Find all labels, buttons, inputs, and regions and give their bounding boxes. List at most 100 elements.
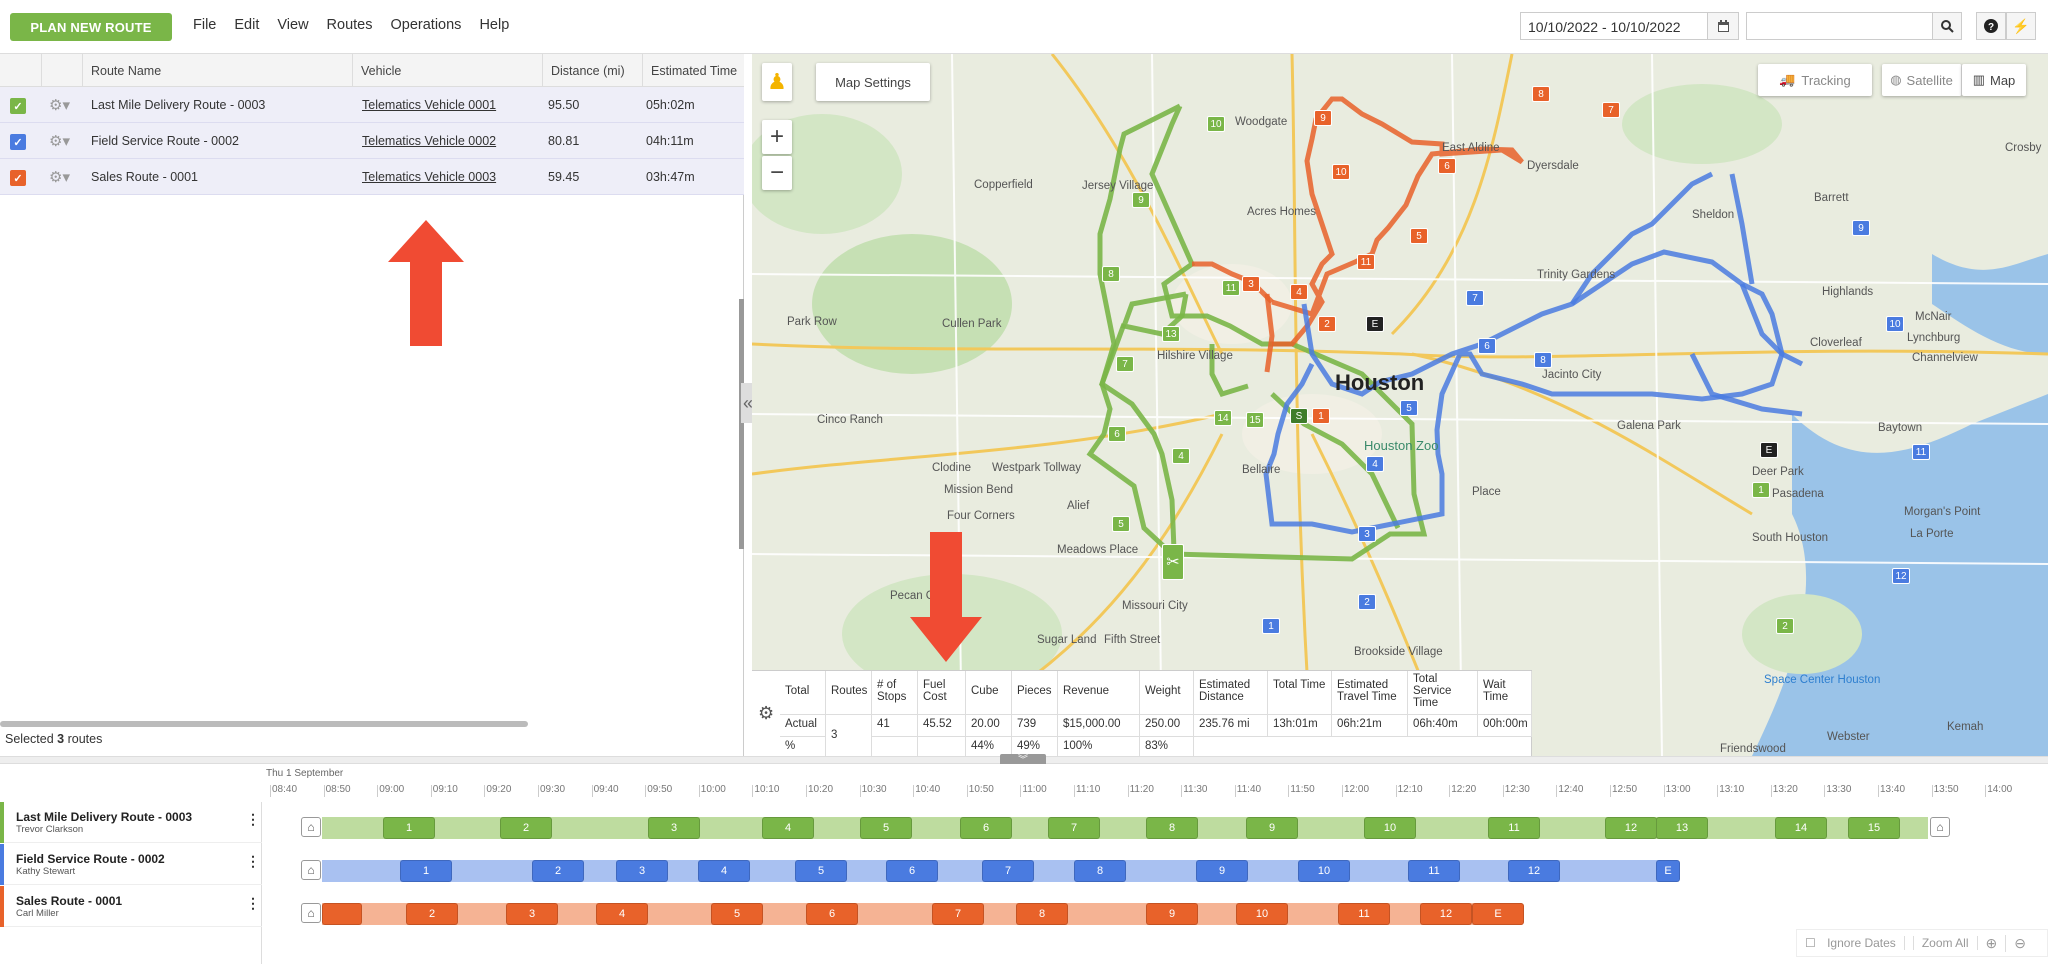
timeline-stop[interactable]: 2 [500, 817, 552, 839]
tracking-button[interactable]: 🚚 Tracking [1758, 64, 1872, 96]
menu-operations[interactable]: Operations [391, 17, 462, 33]
timeline-stop[interactable]: 4 [698, 860, 750, 882]
timeline-stop[interactable]: 10 [1364, 817, 1416, 839]
zoom-out-icon[interactable]: ⊖ [2006, 935, 2034, 952]
menu-edit[interactable]: Edit [234, 17, 259, 33]
menu-routes[interactable]: Routes [327, 17, 373, 33]
timeline-stop[interactable]: 6 [960, 817, 1012, 839]
timeline-stop[interactable]: 6 [806, 903, 858, 925]
timeline-stop[interactable]: 5 [795, 860, 847, 882]
timeline-stop[interactable]: 3 [616, 860, 668, 882]
stop-marker[interactable]: 1 [1752, 482, 1770, 498]
stop-marker[interactable]: 2 [1358, 594, 1376, 610]
timeline-route[interactable]: Field Service Route - 0002 Kathy Stewart… [0, 844, 262, 885]
map-mode-button[interactable]: ▥ Map [1962, 64, 2026, 96]
stop-marker[interactable]: 8 [1102, 266, 1120, 282]
vertical-scrollbar[interactable] [739, 299, 744, 549]
zoom-in-icon[interactable]: ⊕ [1978, 934, 2007, 952]
route-row[interactable]: ✓ ⚙▾ Last Mile Delivery Route - 0003 Tel… [0, 87, 744, 123]
timeline-stop[interactable] [322, 903, 362, 925]
zoom-out-button[interactable]: − [762, 156, 792, 190]
summary-settings-gear-icon[interactable]: ⚙ [758, 703, 774, 724]
end-marker[interactable]: E [1366, 316, 1384, 332]
timeline-stop[interactable]: 15 [1848, 817, 1900, 839]
stop-marker[interactable]: 6 [1438, 158, 1456, 174]
ignore-dates-checkbox[interactable]: ☐ Ignore Dates [1797, 936, 1914, 950]
stop-marker[interactable]: 10 [1886, 316, 1904, 332]
kebab-menu-icon[interactable]: ⋮ [246, 895, 260, 912]
header-estimated-time[interactable]: Estimated Time [642, 54, 744, 87]
stop-marker[interactable]: 7 [1466, 290, 1484, 306]
kebab-menu-icon[interactable]: ⋮ [246, 853, 260, 870]
timeline-stop[interactable]: E [1472, 903, 1524, 925]
timeline-stop[interactable]: 12 [1508, 860, 1560, 882]
vehicle-link[interactable]: Telematics Vehicle 0003 [362, 170, 496, 184]
timeline-stop[interactable]: 7 [932, 903, 984, 925]
search-input[interactable] [1746, 12, 1936, 40]
gear-icon[interactable]: ⚙▾ [49, 96, 70, 114]
street-view-pegman-icon[interactable]: ♟ [762, 63, 792, 101]
stop-marker[interactable]: 4 [1366, 456, 1384, 472]
zoom-all-button[interactable]: Zoom All [1914, 936, 1978, 950]
timeline-stop[interactable]: 8 [1074, 860, 1126, 882]
route-row[interactable]: ✓ ⚙▾ Sales Route - 0001 Telematics Vehic… [0, 159, 744, 195]
route-checkbox[interactable]: ✓ [10, 98, 26, 114]
vehicle-link[interactable]: Telematics Vehicle 0001 [362, 98, 496, 112]
home-depot-icon[interactable]: ⌂ [1930, 817, 1950, 837]
menu-view[interactable]: View [277, 17, 308, 33]
route-row[interactable]: ✓ ⚙▾ Field Service Route - 0002 Telemati… [0, 123, 744, 159]
date-range-input[interactable]: 10/10/2022 - 10/10/2022 [1520, 12, 1735, 40]
end-marker[interactable]: E [1760, 442, 1778, 458]
timeline-stop[interactable]: 8 [1146, 817, 1198, 839]
timeline-stop[interactable]: 1 [400, 860, 452, 882]
home-depot-icon[interactable]: ⌂ [301, 860, 321, 880]
timeline-stop[interactable]: E [1656, 860, 1680, 882]
stop-marker[interactable]: 1 [1262, 618, 1280, 634]
menu-help[interactable]: Help [479, 17, 509, 33]
timeline-stop[interactable]: 1 [383, 817, 435, 839]
timeline-stop[interactable]: 4 [596, 903, 648, 925]
gear-icon[interactable]: ⚙▾ [49, 132, 70, 150]
stop-marker[interactable]: 9 [1852, 220, 1870, 236]
satellite-button[interactable]: ◍ Satellite [1882, 64, 1962, 96]
timeline-stop[interactable]: 8 [1016, 903, 1068, 925]
timeline-stop[interactable]: 13 [1656, 817, 1708, 839]
timeline-stop[interactable]: 10 [1236, 903, 1288, 925]
stop-marker[interactable]: 7 [1602, 102, 1620, 118]
timeline-route[interactable]: Sales Route - 0001 Carl Miller ⋮ [0, 886, 262, 927]
stop-marker[interactable]: 4 [1290, 284, 1308, 300]
stop-marker[interactable]: 8 [1534, 352, 1552, 368]
timeline-stop[interactable]: 11 [1408, 860, 1460, 882]
timeline-stop[interactable]: 9 [1246, 817, 1298, 839]
timeline-stop[interactable]: 6 [886, 860, 938, 882]
stop-marker[interactable]: 10 [1207, 116, 1225, 132]
timeline-stop[interactable]: 10 [1298, 860, 1350, 882]
stop-marker[interactable]: 2 [1776, 618, 1794, 634]
home-depot-icon[interactable]: ⌂ [301, 903, 321, 923]
stop-marker[interactable]: 5 [1400, 400, 1418, 416]
stop-marker[interactable]: 12 [1892, 568, 1910, 584]
timeline-stop[interactable]: 11 [1338, 903, 1390, 925]
timeline-stop[interactable]: 12 [1420, 903, 1472, 925]
stop-marker[interactable]: 2 [1318, 316, 1336, 332]
stop-marker[interactable]: 9 [1314, 110, 1332, 126]
stop-marker[interactable]: 15 [1246, 412, 1264, 428]
stop-marker[interactable]: 3 [1358, 526, 1376, 542]
stop-marker[interactable]: 14 [1214, 410, 1232, 426]
home-depot-icon[interactable]: ⌂ [301, 817, 321, 837]
timeline-stop[interactable]: 5 [860, 817, 912, 839]
lightning-icon[interactable]: ⚡ [2006, 12, 2036, 40]
menu-file[interactable]: File [193, 17, 216, 33]
calendar-icon[interactable] [1707, 12, 1739, 40]
map-settings-button[interactable]: Map Settings [816, 63, 930, 101]
plan-new-route-button[interactable]: PLAN NEW ROUTE [10, 13, 172, 41]
timeline-stop[interactable]: 2 [532, 860, 584, 882]
header-route-name[interactable]: Route Name [82, 54, 352, 87]
start-marker[interactable]: S [1290, 408, 1308, 424]
timeline-stop[interactable]: 9 [1146, 903, 1198, 925]
stop-marker[interactable]: 3 [1242, 276, 1260, 292]
timeline-stop[interactable]: 7 [982, 860, 1034, 882]
stop-marker[interactable]: 11 [1357, 254, 1375, 270]
timeline-stop[interactable]: 9 [1196, 860, 1248, 882]
route-checkbox[interactable]: ✓ [10, 170, 26, 186]
